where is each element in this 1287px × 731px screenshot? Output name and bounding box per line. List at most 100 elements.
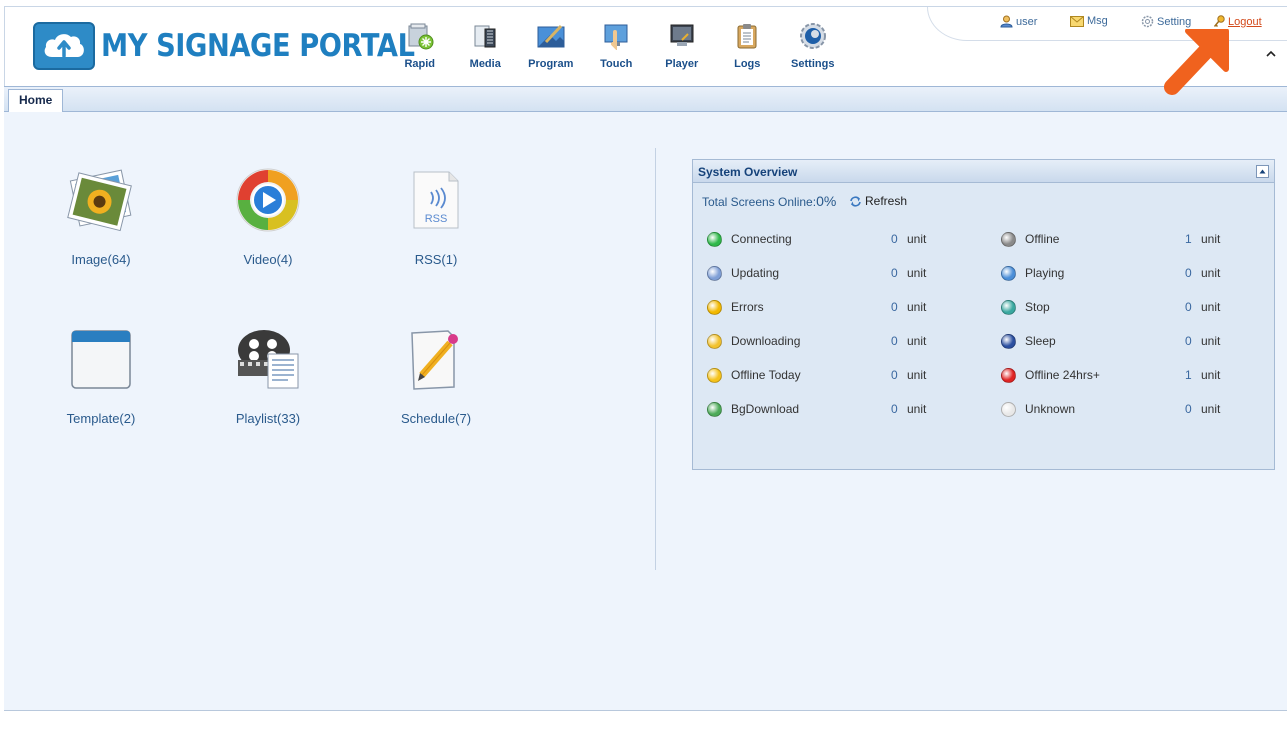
nav-touch[interactable]: Touch	[584, 21, 650, 70]
status-count: 0	[1185, 300, 1192, 314]
panel-collapse-button[interactable]	[1256, 165, 1269, 178]
msg-link[interactable]: Msg	[1070, 15, 1108, 27]
status-indicator-icon	[1001, 299, 1016, 315]
status-row: BgDownload 0 unit	[707, 401, 987, 417]
logout-label: Logout	[1228, 15, 1262, 28]
status-unit: unit	[1201, 368, 1221, 382]
status-indicator-icon	[1001, 265, 1016, 281]
module-label: Playlist(33)	[235, 411, 301, 426]
triangle-up-icon	[1259, 169, 1266, 174]
status-count: 0	[1185, 402, 1192, 416]
status-label: Offline 24hrs+	[1025, 368, 1100, 382]
collapse-header-button[interactable]	[1263, 45, 1279, 61]
status-row: Downloading 0 unit	[707, 333, 987, 349]
nav-logs[interactable]: Logs	[715, 21, 781, 70]
status-unit: unit	[1201, 232, 1221, 246]
nav-player[interactable]: Player	[649, 21, 715, 70]
status-row: Errors 0 unit	[707, 299, 987, 315]
status-row: Offline 24hrs+ 1 unit	[1001, 367, 1281, 383]
panel-header: System Overview	[693, 160, 1274, 183]
status-unit: unit	[907, 266, 927, 280]
module-rss[interactable]: RSS RSS(1)	[381, 164, 491, 267]
total-screens-online: Total Screens Online:0%	[702, 193, 836, 209]
module-template[interactable]: Template(2)	[46, 323, 156, 426]
status-count: 0	[891, 368, 898, 382]
status-label: Unknown	[1025, 402, 1076, 416]
user-icon	[1000, 15, 1013, 28]
status-indicator-icon	[1001, 333, 1016, 349]
status-row: Connecting 0 unit	[707, 231, 987, 247]
nav-settings[interactable]: Settings	[780, 21, 846, 70]
status-row: Offline 1 unit	[1001, 231, 1281, 247]
mail-icon	[1070, 15, 1084, 27]
user-link[interactable]: user	[1000, 15, 1037, 28]
status-label: Updating	[731, 266, 780, 280]
nav-label: Settings	[791, 58, 835, 70]
tab-home[interactable]: Home	[8, 89, 64, 112]
player-icon	[667, 21, 697, 51]
status-indicator-icon	[1001, 231, 1016, 247]
total-label: Total Screens Online:	[702, 195, 817, 209]
header: MY SIGNAGE PORTAL Rapid Media Program To…	[4, 6, 1287, 86]
playlist-icon	[232, 323, 304, 395]
image-icon	[65, 164, 137, 236]
user-label: user	[1016, 15, 1038, 28]
module-label: RSS(1)	[414, 252, 458, 267]
total-value: 0%	[816, 193, 837, 209]
rapid-icon	[405, 21, 435, 51]
status-row: Stop 0 unit	[1001, 299, 1281, 315]
status-indicator-icon	[707, 299, 722, 315]
status-row: Offline Today 0 unit	[707, 367, 987, 383]
module-playlist[interactable]: Playlist(33)	[213, 323, 323, 426]
logs-icon	[732, 21, 762, 51]
status-indicator-icon	[707, 367, 722, 383]
refresh-icon	[850, 195, 861, 207]
module-schedule[interactable]: Schedule(7)	[381, 323, 491, 426]
status-label: Offline	[1025, 232, 1060, 246]
status-count: 0	[891, 334, 898, 348]
status-label: Playing	[1025, 266, 1065, 280]
setting-link[interactable]: Setting	[1141, 15, 1191, 28]
footer	[4, 710, 1287, 731]
module-video[interactable]: Video(4)	[213, 164, 323, 267]
status-count: 0	[1185, 334, 1192, 348]
logout-link[interactable]: Logout	[1213, 15, 1262, 28]
nav-program[interactable]: Program	[518, 21, 584, 70]
nav-label: Program	[528, 58, 574, 70]
status-row: Playing 0 unit	[1001, 265, 1281, 281]
module-image[interactable]: Image(64)	[46, 164, 156, 267]
brand-name: MY SIGNAGE PORTAL	[101, 28, 415, 64]
status-unit: unit	[907, 402, 927, 416]
status-count: 1	[1185, 368, 1192, 382]
chevron-up-icon	[1266, 50, 1276, 57]
status-label: Connecting	[731, 232, 792, 246]
nav-rapid[interactable]: Rapid	[387, 21, 453, 70]
settings-icon	[798, 21, 828, 51]
refresh-button[interactable]: Refresh	[849, 194, 907, 208]
user-bar: user Msg Setting Logout	[927, 7, 1287, 41]
status-label: Sleep	[1025, 334, 1056, 348]
annotation-arrow-icon	[1164, 29, 1229, 95]
main-content: Image(64) Video(4) RSS RSS(1) Template(2…	[4, 112, 1287, 710]
touch-icon	[601, 21, 631, 51]
nav-media[interactable]: Media	[453, 21, 519, 70]
status-count: 0	[891, 300, 898, 314]
status-indicator-icon	[707, 333, 722, 349]
refresh-label: Refresh	[865, 194, 908, 208]
status-indicator-icon	[707, 265, 722, 281]
status-indicator-icon	[707, 401, 722, 417]
status-indicator-icon	[1001, 367, 1016, 383]
status-unit: unit	[907, 368, 927, 382]
module-label: Image(64)	[71, 252, 131, 267]
status-label: Errors	[731, 300, 764, 314]
setting-label: Setting	[1157, 15, 1192, 28]
module-label: Video(4)	[243, 252, 293, 267]
status-unit: unit	[1201, 300, 1221, 314]
gear-icon	[1141, 15, 1154, 28]
program-icon	[536, 21, 566, 51]
cloud-upload-icon	[33, 22, 95, 70]
nav-label: Touch	[600, 58, 633, 70]
video-icon	[232, 164, 304, 236]
media-icon	[470, 21, 500, 51]
nav-label: Media	[469, 58, 501, 70]
